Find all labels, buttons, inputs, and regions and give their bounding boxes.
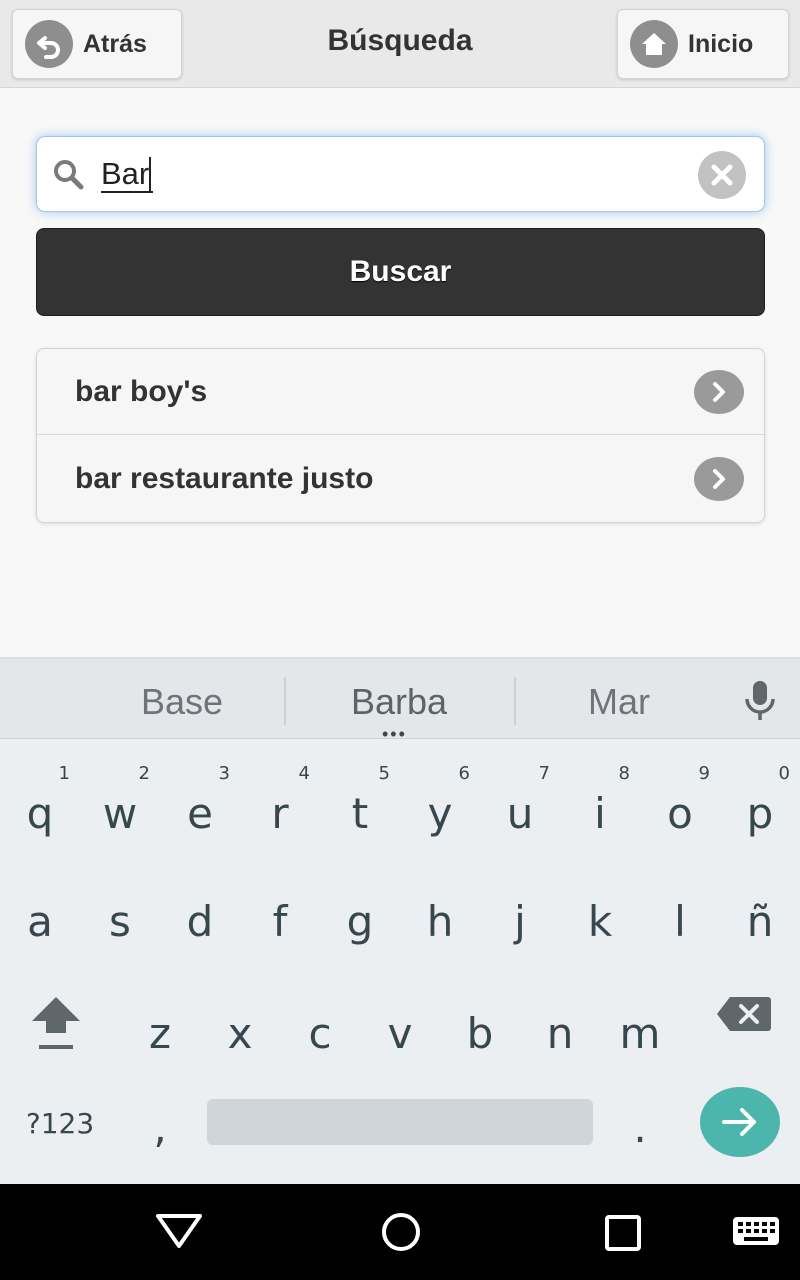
key-v[interactable]: v (360, 977, 440, 1077)
back-button[interactable]: Atrás (12, 9, 182, 79)
key-e[interactable]: e3 (160, 757, 240, 857)
key-x[interactable]: x (200, 977, 280, 1077)
key-n[interactable]: n (520, 977, 600, 1077)
key-k[interactable]: k (560, 865, 640, 965)
clear-icon[interactable] (698, 151, 746, 199)
key-g[interactable]: g (320, 865, 400, 965)
home-button-label: Inicio (688, 29, 754, 58)
key-m[interactable]: m (600, 977, 680, 1077)
key-u[interactable]: u7 (480, 757, 560, 857)
recents-square-icon[interactable] (604, 1214, 642, 1257)
key-s[interactable]: s (80, 865, 160, 965)
home-button[interactable]: Inicio (617, 9, 789, 79)
microphone-icon[interactable] (742, 679, 778, 728)
key-o[interactable]: o9 (640, 757, 720, 857)
key-l[interactable]: l (640, 865, 720, 965)
arrow-right-icon (722, 1108, 756, 1136)
back-arrow-icon (25, 20, 73, 68)
key-b[interactable]: b (440, 977, 520, 1077)
home-circle-icon[interactable] (380, 1211, 422, 1258)
more-suggestions-icon[interactable]: ••• (382, 725, 407, 743)
key-r[interactable]: r4 (240, 757, 320, 857)
list-item-label: bar restaurante justo (75, 462, 374, 495)
divider (284, 677, 286, 725)
suggestion-1[interactable]: Base (82, 681, 282, 723)
search-input[interactable]: Bar (36, 136, 765, 212)
period-key[interactable]: . (600, 1071, 680, 1171)
key-t[interactable]: t5 (320, 757, 400, 857)
space-bar[interactable] (207, 1099, 593, 1145)
key-y[interactable]: y6 (400, 757, 480, 857)
key-a[interactable]: a (0, 865, 80, 965)
key-w[interactable]: w2 (80, 757, 160, 857)
page-title: Búsqueda (327, 24, 473, 57)
suggestion-2[interactable]: Barba (299, 681, 499, 723)
key-d[interactable]: d (160, 865, 240, 965)
search-button[interactable]: Buscar (36, 228, 765, 316)
soft-keyboard: Base Barba ••• Mar q1w2e3r4t5y6u7i8o9p0 … (0, 657, 800, 1185)
divider (514, 677, 516, 725)
suggestion-3[interactable]: Mar (519, 681, 719, 723)
back-button-label: Atrás (83, 29, 147, 58)
shift-key[interactable] (16, 977, 96, 1077)
chevron-right-icon (694, 369, 744, 414)
search-input-value: Bar (101, 157, 154, 193)
keyboard-switch-icon[interactable] (732, 1216, 780, 1251)
key-ñ[interactable]: ñ (720, 865, 800, 965)
key-h[interactable]: h (400, 865, 480, 965)
text-cursor (149, 157, 152, 191)
header-bar: Atrás Búsqueda Inicio (0, 0, 800, 88)
key-i[interactable]: i8 (560, 757, 640, 857)
symbols-key[interactable]: ?123 (20, 1089, 100, 1189)
backspace-key[interactable] (704, 977, 784, 1077)
key-q[interactable]: q1 (0, 757, 80, 857)
back-triangle-icon[interactable] (154, 1210, 204, 1255)
key-c[interactable]: c (280, 977, 360, 1077)
enter-key[interactable] (700, 1087, 780, 1157)
suggestion-bar: Base Barba ••• Mar (0, 659, 800, 743)
comma-key[interactable]: , (120, 1071, 200, 1171)
list-item[interactable]: bar restaurante justo (37, 436, 764, 522)
chevron-right-icon (694, 457, 744, 501)
key-j[interactable]: j (480, 865, 560, 965)
system-nav-bar (0, 1184, 800, 1280)
search-icon (51, 157, 87, 198)
key-p[interactable]: p0 (720, 757, 800, 857)
list-item-label: bar boy's (75, 374, 208, 408)
home-icon (630, 20, 678, 68)
key-f[interactable]: f (240, 865, 320, 965)
results-list: bar boy's bar restaurante justo (36, 348, 765, 523)
key-z[interactable]: z (120, 977, 200, 1077)
list-item[interactable]: bar boy's (37, 349, 764, 435)
